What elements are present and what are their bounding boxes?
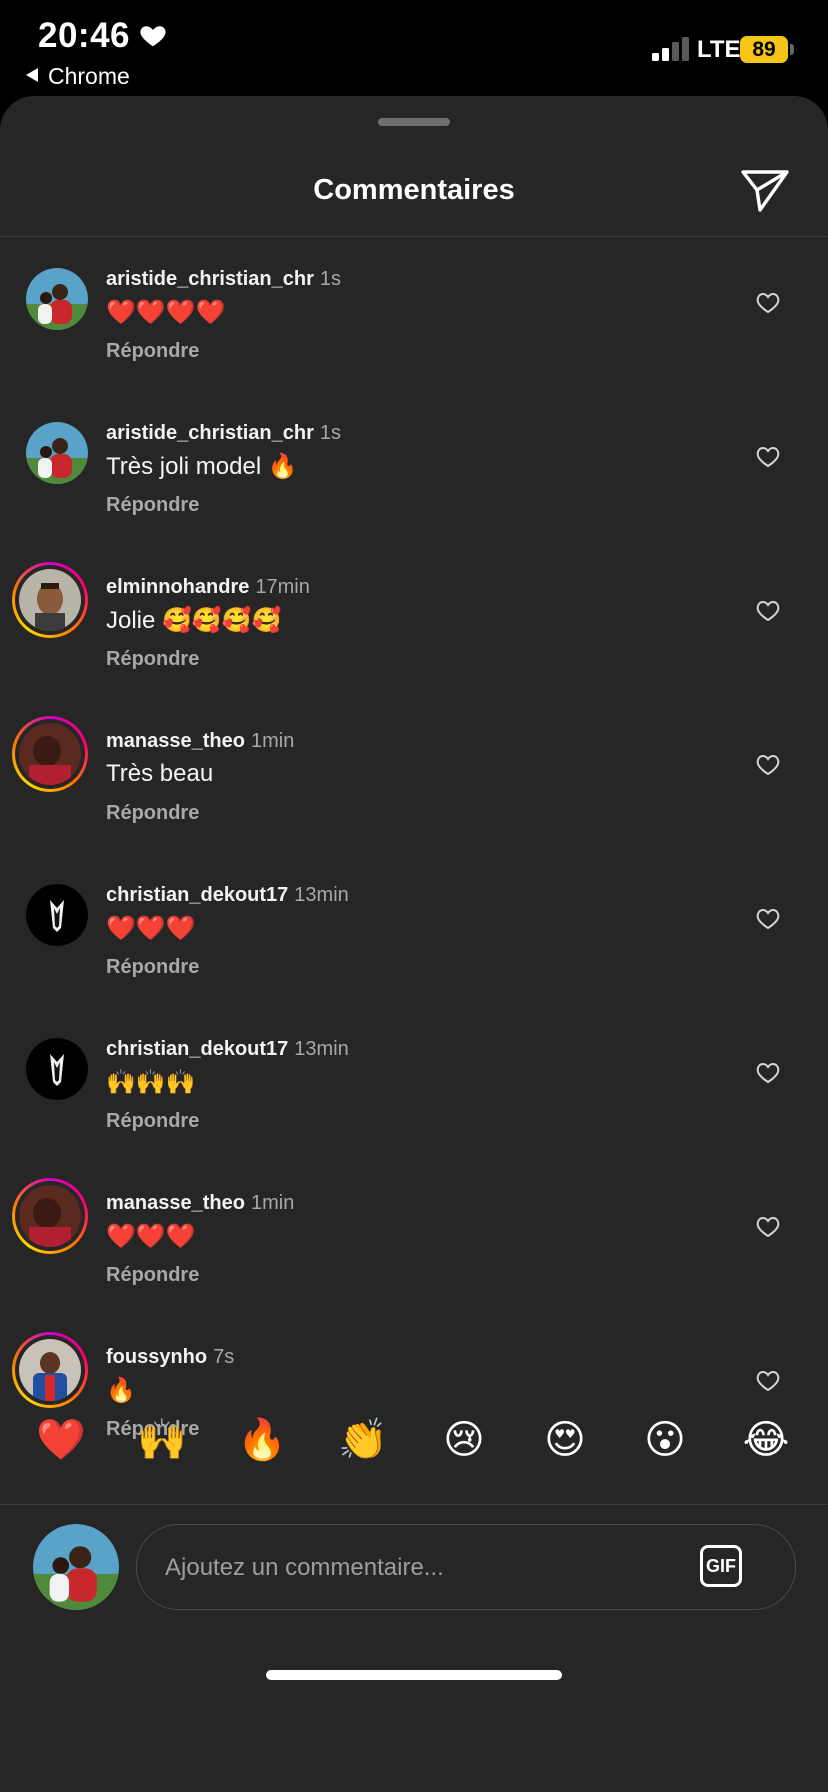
reply-button[interactable]: Répondre <box>106 802 199 825</box>
heart-like-icon[interactable] <box>756 908 780 930</box>
quick-emoji-heart[interactable]: ❤️ <box>31 1410 91 1470</box>
comment-time: 1min <box>250 730 295 752</box>
comment-item: christian_dekout17 13min ❤️❤️❤️ Répondre <box>0 884 828 1038</box>
reply-button[interactable]: Répondre <box>106 494 199 517</box>
comment-meta: christian_dekout17 13min <box>106 884 349 907</box>
avatar <box>19 1339 81 1401</box>
header-divider <box>0 236 828 237</box>
comment-text: Jolie 🥰🥰🥰🥰 <box>106 607 282 634</box>
comment-time: 17min <box>255 576 310 598</box>
comment-time: 1s <box>319 422 341 444</box>
heart-like-icon[interactable] <box>756 754 780 776</box>
battery-indicator: 89 <box>740 36 788 63</box>
comment-text: Très joli model 🔥 <box>106 453 298 480</box>
comment-time: 13min <box>294 1038 349 1060</box>
story-ring[interactable] <box>12 1332 88 1408</box>
comment-item: christian_dekout17 13min 🙌🙌🙌 Répondre <box>0 1038 828 1192</box>
heart-like-icon[interactable] <box>756 446 780 468</box>
reply-button[interactable]: Répondre <box>106 648 199 671</box>
signal-icon <box>652 37 689 61</box>
comment-text: Très beau <box>106 760 214 787</box>
avatar[interactable] <box>26 268 88 330</box>
comment-meta: foussynho 7s <box>106 1346 234 1369</box>
avatar[interactable] <box>26 884 88 946</box>
comment-username[interactable]: manasse_theo <box>106 730 245 752</box>
comment-composer: GIF <box>136 1524 796 1610</box>
comment-username[interactable]: aristide_christian_chr <box>106 422 314 444</box>
status-time: 20:46 <box>38 16 131 55</box>
comment-item: aristide_christian_chr 1s Très joli model… <box>0 422 828 576</box>
status-bar: 20:46 Chrome LTE 89 <box>0 0 828 96</box>
heart-like-icon[interactable] <box>756 1216 780 1238</box>
comment-username[interactable]: foussynho <box>106 1346 207 1368</box>
quick-emoji-cry[interactable]: 😢 <box>434 1410 494 1470</box>
comment-text: 🔥 <box>106 1377 136 1404</box>
comment-text: ❤️❤️❤️ <box>106 915 196 942</box>
comment-meta: manasse_theo 1min <box>106 730 294 753</box>
comment-meta: aristide_christian_chr 1s <box>106 268 341 291</box>
sheet-grabber[interactable] <box>378 118 450 126</box>
reply-button[interactable]: Répondre <box>106 956 199 979</box>
story-ring[interactable] <box>12 562 88 638</box>
reply-button[interactable]: Répondre <box>106 1264 199 1287</box>
avatar <box>19 569 81 631</box>
quick-emoji-clap[interactable]: 👏 <box>333 1410 393 1470</box>
avatar <box>19 723 81 785</box>
comment-username[interactable]: christian_dekout17 <box>106 884 288 906</box>
reply-button[interactable]: Répondre <box>106 1110 199 1133</box>
comment-item: aristide_christian_chr 1s ❤️❤️❤️❤️ Répond… <box>0 268 828 422</box>
quick-emoji-bar: ❤️ 🙌 🔥 👏 😢 😍 😮 😂 <box>0 1410 828 1470</box>
quick-emoji-raised-hands[interactable]: 🙌 <box>132 1410 192 1470</box>
avatar[interactable] <box>26 422 88 484</box>
back-app-label: Chrome <box>48 63 130 89</box>
heart-like-icon[interactable] <box>756 1062 780 1084</box>
current-user-avatar <box>33 1524 119 1610</box>
comment-item: manasse_theo 1min ❤️❤️❤️ Répondre <box>0 1178 828 1346</box>
heart-like-icon[interactable] <box>756 292 780 314</box>
comment-text: ❤️❤️❤️❤️ <box>106 299 226 326</box>
avatar <box>19 1185 81 1247</box>
comment-meta: aristide_christian_chr 1s <box>106 422 341 445</box>
quick-emoji-heart-eyes[interactable]: 😍 <box>535 1410 595 1470</box>
comment-time: 7s <box>213 1346 235 1368</box>
comment-meta: manasse_theo 1min <box>106 1192 294 1215</box>
story-ring[interactable] <box>12 716 88 792</box>
comment-text: 🙌🙌🙌 <box>106 1069 196 1096</box>
comment-username[interactable]: aristide_christian_chr <box>106 268 314 290</box>
comment-item: elminnohandre 17min Jolie 🥰🥰🥰🥰 Répondre <box>0 562 828 730</box>
heart-like-icon[interactable] <box>756 600 780 622</box>
quick-emoji-wow[interactable]: 😮 <box>635 1410 695 1470</box>
comment-text: ❤️❤️❤️ <box>106 1223 196 1250</box>
heart-icon <box>140 26 166 47</box>
comment-username[interactable]: christian_dekout17 <box>106 1038 288 1060</box>
comment-time: 1min <box>250 1192 295 1214</box>
story-ring[interactable] <box>12 1178 88 1254</box>
back-to-app-button[interactable]: Chrome <box>26 63 130 90</box>
comment-item: manasse_theo 1min Très beau Répondre <box>0 716 828 884</box>
composer-divider <box>0 1504 828 1505</box>
comment-meta: elminnohandre 17min <box>106 576 310 599</box>
heart-like-icon[interactable] <box>756 1370 780 1392</box>
comment-meta: christian_dekout17 13min <box>106 1038 349 1061</box>
back-arrow-icon <box>26 68 38 82</box>
comment-username[interactable]: manasse_theo <box>106 1192 245 1214</box>
avatar[interactable] <box>26 1038 88 1100</box>
comment-time: 1s <box>319 268 341 290</box>
comment-time: 13min <box>294 884 349 906</box>
paper-plane-icon[interactable] <box>740 168 790 214</box>
comment-input[interactable] <box>163 1545 667 1591</box>
quick-emoji-laugh[interactable]: 😂 <box>736 1410 796 1470</box>
home-indicator[interactable] <box>266 1670 562 1680</box>
quick-emoji-fire[interactable]: 🔥 <box>232 1410 292 1470</box>
battery-tip <box>790 44 794 55</box>
sheet-title: Commentaires <box>313 174 515 206</box>
comment-username[interactable]: elminnohandre <box>106 576 249 598</box>
gif-button[interactable]: GIF <box>700 1545 742 1587</box>
network-label: LTE <box>697 36 741 63</box>
reply-button[interactable]: Répondre <box>106 340 199 363</box>
